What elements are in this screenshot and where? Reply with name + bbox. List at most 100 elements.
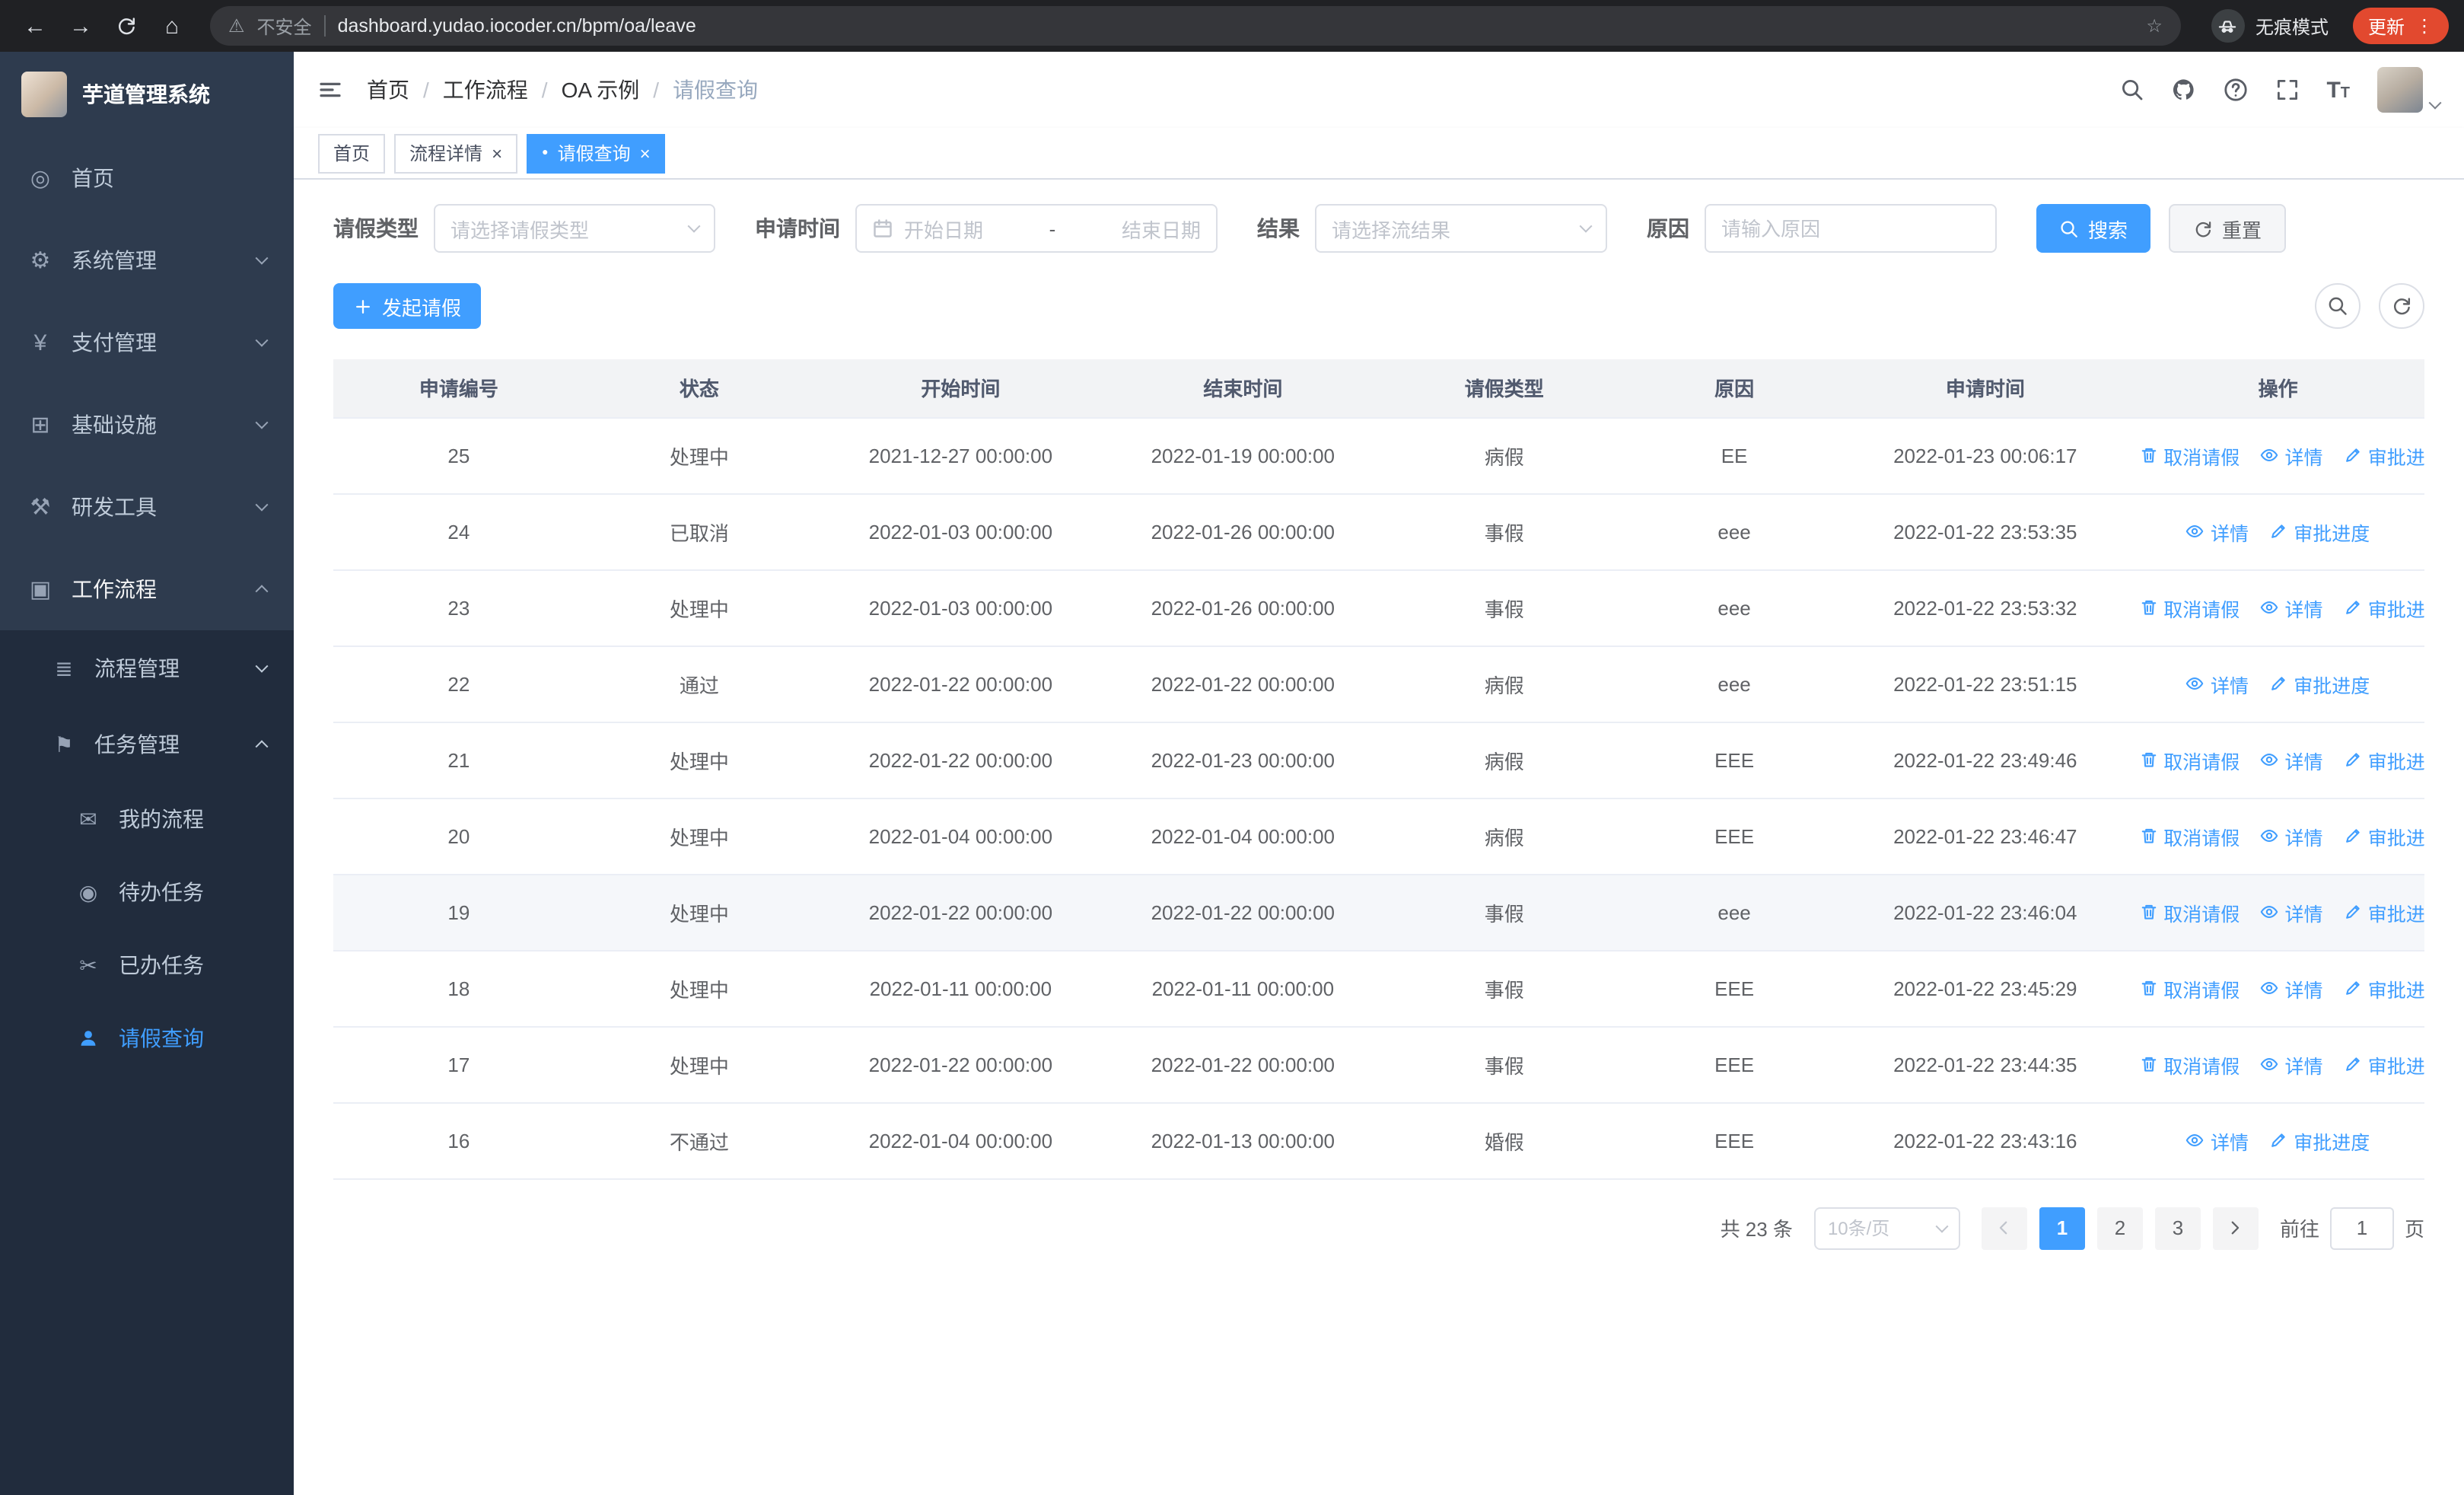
table-row[interactable]: 22 通过 2022-01-22 00:00:00 2022-01-22 00:… [333, 645, 2424, 722]
start-date-placeholder[interactable]: 开始日期 [904, 214, 983, 243]
cancel-leave-link[interactable]: 取消请假 [2139, 974, 2240, 1003]
chevron-right-icon [2226, 1218, 2246, 1238]
breadcrumb-workflow[interactable]: 工作流程 [443, 75, 528, 105]
refresh-table-button[interactable] [2379, 283, 2424, 329]
table-row[interactable]: 23 处理中 2022-01-03 00:00:00 2022-01-26 00… [333, 569, 2424, 646]
breadcrumb-home[interactable]: 首页 [367, 75, 409, 105]
approval-progress-link[interactable]: 审批进度 [2269, 517, 2370, 546]
detail-link[interactable]: 详情 [2260, 974, 2323, 1003]
table-row[interactable]: 16 不通过 2022-01-04 00:00:00 2022-01-13 00… [333, 1102, 2424, 1179]
goto-page-input[interactable] [2329, 1207, 2394, 1249]
close-icon[interactable]: × [640, 144, 651, 162]
approval-progress-link[interactable]: 审批进度 [2269, 1126, 2370, 1155]
create-leave-button[interactable]: 发起请假 [333, 283, 482, 329]
font-size-icon[interactable]: TT [2326, 78, 2350, 101]
detail-link[interactable]: 详情 [2260, 897, 2323, 926]
sidebar-item-leave-query[interactable]: 请假查询 [0, 1002, 294, 1075]
fullscreen-icon[interactable] [2275, 78, 2299, 102]
table-row[interactable]: 25 处理中 2021-12-27 00:00:00 2022-01-19 00… [333, 417, 2424, 494]
apply-time-label: 申请时间 [755, 216, 840, 241]
tab-process-detail[interactable]: 流程详情 × [394, 133, 518, 173]
table-row[interactable]: 20 处理中 2022-01-04 00:00:00 2022-01-04 00… [333, 798, 2424, 875]
help-icon[interactable] [2223, 78, 2247, 102]
prev-page-button[interactable] [1981, 1207, 2027, 1249]
cancel-leave-link[interactable]: 取消请假 [2139, 897, 2240, 926]
next-page-button[interactable] [2212, 1207, 2259, 1249]
approval-progress-link[interactable]: 审批进度 [2344, 593, 2424, 622]
search-icon[interactable] [2119, 78, 2144, 102]
app-logo[interactable]: 芋道管理系统 [0, 52, 294, 137]
sidebar-item-system[interactable]: ⚙ 系统管理 [0, 219, 294, 301]
table-row[interactable]: 19 处理中 2022-01-22 00:00:00 2022-01-22 00… [333, 874, 2424, 951]
page-button-1[interactable]: 1 [2039, 1207, 2085, 1249]
table-row[interactable]: 18 处理中 2022-01-11 00:00:00 2022-01-11 00… [333, 950, 2424, 1027]
github-icon[interactable] [2171, 78, 2195, 102]
detail-link[interactable]: 详情 [2186, 669, 2249, 698]
close-icon[interactable]: × [492, 144, 502, 162]
detail-link[interactable]: 详情 [2260, 593, 2323, 622]
goto-suffix: 页 [2404, 1218, 2424, 1241]
url-text[interactable]: dashboard.yudao.iocoder.cn/bpm/oa/leave [338, 15, 2135, 37]
page-size-select[interactable]: 10条/页 [1813, 1207, 1960, 1249]
sidebar-item-home[interactable]: ◎ 首页 [0, 137, 294, 219]
reload-icon[interactable] [107, 6, 146, 46]
approval-progress-link[interactable]: 审批进度 [2344, 897, 2424, 926]
page-button-3[interactable]: 3 [2154, 1207, 2201, 1249]
security-label[interactable]: 不安全 [257, 13, 312, 39]
avatar[interactable] [2377, 67, 2423, 113]
approval-progress-link[interactable]: 审批进度 [2344, 821, 2424, 850]
home-icon[interactable]: ⌂ [152, 6, 192, 46]
approval-progress-link[interactable]: 审批进度 [2344, 745, 2424, 774]
table-row[interactable]: 21 处理中 2022-01-22 00:00:00 2022-01-23 00… [333, 722, 2424, 799]
page-button-2[interactable]: 2 [2096, 1207, 2143, 1249]
plus-icon [353, 296, 373, 316]
bookmark-star-icon[interactable]: ☆ [2146, 15, 2163, 37]
detail-link[interactable]: 详情 [2260, 821, 2323, 850]
approval-progress-link[interactable]: 审批进度 [2344, 1050, 2424, 1079]
sidebar-item-process-management[interactable]: ≣ 流程管理 [0, 630, 294, 706]
cancel-leave-link[interactable]: 取消请假 [2139, 441, 2240, 470]
sidebar-item-task-management[interactable]: ⚑ 任务管理 [0, 706, 294, 783]
sidebar-item-workflow[interactable]: ▣ 工作流程 [0, 548, 294, 630]
sidebar-item-done-tasks[interactable]: ✂ 已办任务 [0, 929, 294, 1002]
cancel-leave-link[interactable]: 取消请假 [2139, 593, 2240, 622]
detail-link[interactable]: 详情 [2186, 1126, 2249, 1155]
breadcrumb-oa-example[interactable]: OA 示例 [562, 75, 640, 105]
tools-icon: ⚒ [30, 495, 51, 521]
tab-leave-query[interactable]: ● 请假查询 × [527, 133, 666, 173]
detail-link[interactable]: 详情 [2260, 1050, 2323, 1079]
search-button[interactable]: 搜索 [2036, 204, 2151, 253]
table-row[interactable]: 17 处理中 2022-01-22 00:00:00 2022-01-22 00… [333, 1026, 2424, 1103]
cancel-leave-link[interactable]: 取消请假 [2139, 745, 2240, 774]
leave-type-select[interactable]: 请选择请假类型 [434, 204, 715, 253]
detail-link[interactable]: 详情 [2260, 745, 2323, 774]
cancel-leave-link[interactable]: 取消请假 [2139, 1050, 2240, 1079]
reset-button[interactable]: 重置 [2169, 204, 2287, 253]
detail-link[interactable]: 详情 [2260, 441, 2323, 470]
back-icon[interactable]: ← [15, 6, 55, 46]
sidebar-item-pending-tasks[interactable]: ◉ 待办任务 [0, 856, 294, 929]
sidebar-item-payment[interactable]: ¥ 支付管理 [0, 301, 294, 384]
reason-input[interactable] [1705, 204, 1997, 253]
sidebar-item-my-processes[interactable]: ✉ 我的流程 [0, 783, 294, 856]
user-menu[interactable] [2377, 67, 2442, 113]
detail-link[interactable]: 详情 [2186, 517, 2249, 546]
browser-update-button[interactable]: 更新 ⋮ [2352, 8, 2449, 44]
end-date-placeholder[interactable]: 结束日期 [1122, 214, 1201, 243]
sidebar-collapse-icon[interactable] [318, 78, 342, 102]
refresh-icon [2193, 218, 2213, 238]
toggle-search-button[interactable] [2315, 283, 2361, 329]
cancel-leave-link[interactable]: 取消请假 [2139, 821, 2240, 850]
approval-progress-link[interactable]: 审批进度 [2269, 669, 2370, 698]
browser-menu-icon[interactable]: ⋮ [2415, 15, 2434, 37]
forward-icon[interactable]: → [61, 6, 100, 46]
approval-progress-link[interactable]: 审批进度 [2344, 441, 2424, 470]
result-select[interactable]: 请选择流结果 [1315, 204, 1607, 253]
sidebar-item-infrastructure[interactable]: ⊞ 基础设施 [0, 384, 294, 466]
approval-progress-link[interactable]: 审批进度 [2344, 974, 2424, 1003]
table-row[interactable]: 24 已取消 2022-01-03 00:00:00 2022-01-26 00… [333, 493, 2424, 570]
tab-home[interactable]: 首页 [318, 133, 386, 173]
apply-time-range-picker[interactable]: 开始日期 - 结束日期 [855, 204, 1218, 253]
url-bar[interactable]: ⚠ 不安全 dashboard.yudao.iocoder.cn/bpm/oa/… [210, 6, 2181, 46]
sidebar-item-devtools[interactable]: ⚒ 研发工具 [0, 466, 294, 548]
